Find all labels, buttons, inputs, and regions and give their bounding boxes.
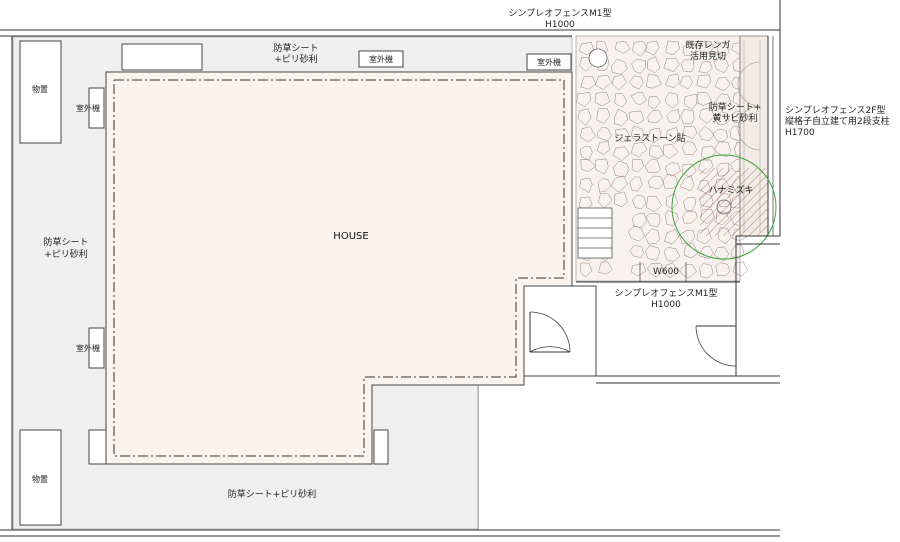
outdoor-unit-top-right-label: 室外機 [537,57,561,67]
storage-bottom-label: 物置 [32,474,48,484]
tree-bed-hatch [700,168,768,236]
unit-box-top-left [121,43,203,71]
fence-top-label-2: H1000 [545,20,575,30]
storage-top-label: 物置 [32,84,48,94]
entrance-door [523,285,597,377]
fence-right-label-2: 縦格子自立建て用2段支柱 [785,115,890,127]
existing-brick-label-1: 既存レンガ [685,39,730,51]
gelastone-label: ジェラストーン貼 [614,132,685,144]
dogwood-label: ハナミズキ [708,184,753,196]
weed-sheet-bottom-label: 防草シート+ピリ砂利 [228,488,317,500]
fence-right-label-1: シンプレオフェンス2F型 [785,105,885,116]
existing-brick-label-2: 活用見切 [690,50,726,62]
site-plan: シンプレオフェンスM1型 H1000 防草シート +ピリ砂利 室外機 室外機 物… [0,0,890,537]
outdoor-unit-left-bottom-label: 室外機 [76,343,100,353]
outdoor-unit-left-top-label: 室外機 [76,103,100,113]
weed-sheet-left-label-1: 防草シート [43,236,88,248]
weed-sheet-yellow-label-1: 防草シート+ [709,101,762,113]
gate-width-label: W600 [653,267,679,277]
outdoor-unit-top-mid-label: 室外機 [369,54,393,64]
fence-top-label-1: シンプレオフェンスM1型 [508,8,611,19]
unit-box-bottom-left [88,429,107,465]
fence-mid-label-1: シンプレオフェンスM1型 [614,288,717,299]
weed-sheet-top-label-1: 防草シート [273,42,318,54]
weed-sheet-left-label-2: +ピリ砂利 [44,248,88,260]
house-footprint [105,71,573,465]
entry-steps [577,207,613,259]
fence-right-label-3: H1700 [785,128,815,138]
weed-sheet-yellow-label-2: 黄サビ砂利 [712,112,757,124]
weed-sheet-top-label-2: +ピリ砂利 [274,53,318,65]
drain-cover [588,48,608,68]
house-label: HOUSE [333,231,368,242]
unit-box-bottom-right [373,429,389,465]
fence-mid-label-2: H1000 [651,300,681,310]
